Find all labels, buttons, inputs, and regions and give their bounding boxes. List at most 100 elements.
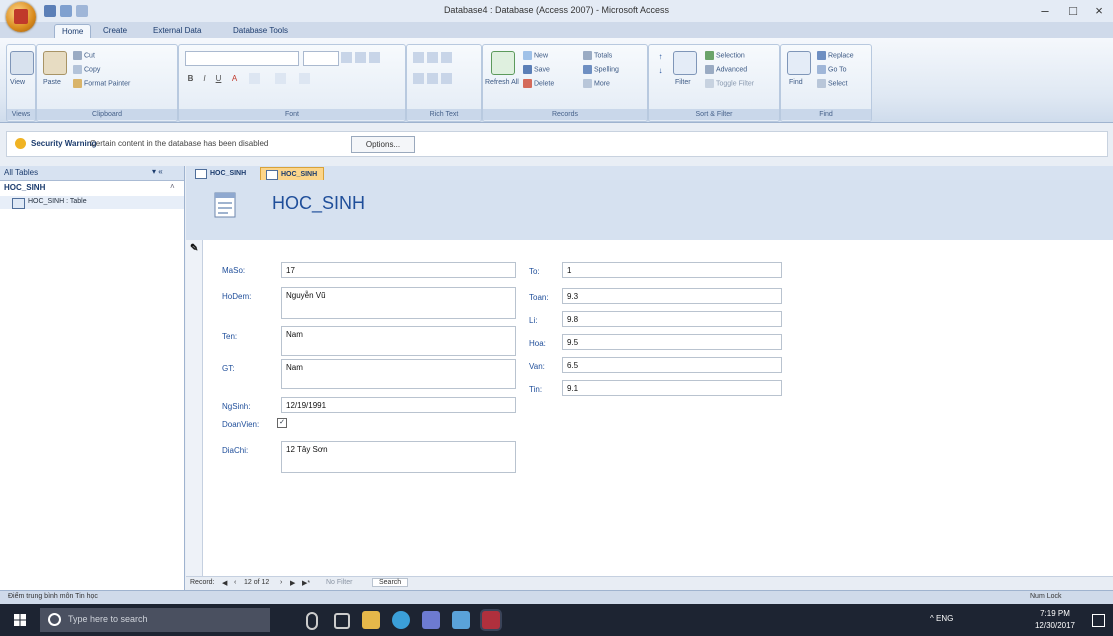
field-hoa[interactable]: 9.5 [562,334,782,350]
refresh-icon[interactable] [491,51,515,75]
selection-button[interactable]: Selection [705,51,745,60]
tab-home[interactable]: Home [54,24,92,39]
new-record-icon[interactable]: ▶* [302,579,310,587]
nav-item-hoc-sinh-table[interactable]: HOC_SINH : Table [0,196,184,209]
taskbar-search-box[interactable]: Type here to search [40,608,270,632]
tab-external-data[interactable]: External Data [146,24,208,38]
cut-button[interactable]: Cut [73,51,95,60]
field-tin[interactable]: 9.1 [562,380,782,396]
spelling-button[interactable]: Spelling [583,65,619,74]
select-icon [817,79,826,88]
copy-button[interactable]: Copy [73,65,100,74]
access-taskbar-icon[interactable] [482,611,500,629]
field-diachi[interactable]: 12 Tây Sơn [281,441,516,473]
sort-descending-icon[interactable]: ↓ [655,65,666,76]
nav-pane-collapse-icon[interactable]: ▾ « [152,167,163,176]
minimize-button[interactable]: – [1034,3,1056,19]
record-position[interactable]: 12 of 12 [244,579,269,586]
replace-button[interactable]: Replace [817,51,854,60]
group-records: Refresh All New Save Delete Totals Spell… [482,44,648,122]
highlight-icon[interactable] [441,73,452,84]
decrease-indent-icon[interactable] [413,52,424,63]
bullets-icon[interactable] [413,73,424,84]
file-explorer-icon[interactable] [362,611,380,629]
save-record-button[interactable]: Save [523,65,550,74]
gridlines-icon[interactable] [275,73,286,84]
app-icon[interactable] [452,611,470,629]
toggle-filter-icon [705,79,714,88]
view-button[interactable]: View [10,79,25,86]
field-to[interactable]: 1 [562,262,782,278]
font-name-combo[interactable] [185,51,299,66]
align-right-icon[interactable] [369,52,380,63]
totals-button[interactable]: Totals [583,51,612,60]
maximize-button[interactable]: □ [1062,3,1084,19]
paste-button[interactable]: Paste [43,79,61,86]
no-filter-indicator[interactable]: No Filter [326,579,352,586]
clock-date[interactable]: 12/30/2017 [1033,621,1077,630]
first-record-icon[interactable]: ◀ [222,579,227,587]
doc-tab-form[interactable]: HOC_SINH [260,167,325,181]
clock-time[interactable]: 7:19 PM [1035,609,1075,618]
field-li[interactable]: 9.8 [562,311,782,327]
system-tray[interactable]: ^ ENG [930,614,953,623]
task-view-icon[interactable] [334,613,350,629]
store-icon[interactable] [422,611,440,629]
bold-icon[interactable]: B [185,73,196,84]
nav-pane-title: All Tables [4,168,39,177]
find-button[interactable]: Find [789,79,803,86]
close-button[interactable]: × [1088,3,1110,19]
increase-indent-icon[interactable] [427,52,438,63]
nav-pane-header[interactable]: All Tables ▾ « [0,166,184,181]
field-toan[interactable]: 9.3 [562,288,782,304]
field-maso[interactable]: 17 [281,262,516,278]
delete-record-button[interactable]: Delete [523,79,554,88]
search-box[interactable]: Search [372,578,409,587]
notification-icon[interactable] [1092,614,1105,627]
font-size-combo[interactable] [303,51,339,66]
go-to-button[interactable]: Go To [817,65,847,74]
format-painter-button[interactable]: Format Painter [73,79,130,88]
field-van[interactable]: 6.5 [562,357,782,373]
sort-ascending-icon[interactable]: ↑ [655,51,666,62]
doc-tab-table[interactable]: HOC_SINH [190,167,252,180]
field-gt[interactable]: Nam [281,359,516,389]
prev-record-icon[interactable]: ‹ [234,579,236,586]
toggle-filter-button[interactable]: Toggle Filter [705,79,754,88]
field-ten[interactable]: Nam [281,326,516,356]
windows-start-icon[interactable] [14,614,26,626]
alternate-fill-icon[interactable] [299,73,310,84]
binoculars-icon[interactable] [787,51,811,75]
view-icon[interactable] [10,51,34,75]
font-color-icon[interactable]: A [229,73,240,84]
rtl-icon[interactable] [441,52,452,63]
tab-create[interactable]: Create [96,24,134,38]
field-hodem[interactable]: Nguyễn Vũ [281,287,516,319]
filter-button[interactable]: Filter [675,79,691,86]
more-button[interactable]: More [583,79,610,88]
fill-color-icon[interactable] [249,73,260,84]
field-ngsinh[interactable]: 12/19/1991 [281,397,516,413]
filter-icon[interactable] [673,51,697,75]
select-button[interactable]: Select [817,79,847,88]
paste-icon[interactable] [43,51,67,75]
microphone-icon[interactable] [306,612,318,630]
italic-icon[interactable]: I [199,73,210,84]
underline-icon[interactable]: U [213,73,224,84]
tab-database-tools[interactable]: Database Tools [226,24,295,38]
new-record-button[interactable]: New [523,51,548,60]
refresh-all-button[interactable]: Refresh All [485,79,519,86]
advanced-button[interactable]: Advanced [705,65,747,74]
chevron-up-icon[interactable]: ˄ [170,182,175,191]
next-record-icon[interactable]: › [280,579,282,586]
align-center-icon[interactable] [355,52,366,63]
nav-group-header[interactable]: HOC_SINH [4,183,45,192]
record-selector[interactable]: ✎ [186,240,203,576]
last-record-icon[interactable]: ▶ [290,579,295,587]
browser-icon[interactable] [392,611,410,629]
numbering-icon[interactable] [427,73,438,84]
office-button[interactable] [6,2,36,32]
checkbox-doanvien[interactable]: ✓ [277,418,287,428]
align-left-icon[interactable] [341,52,352,63]
options-button[interactable]: Options... [351,136,415,153]
